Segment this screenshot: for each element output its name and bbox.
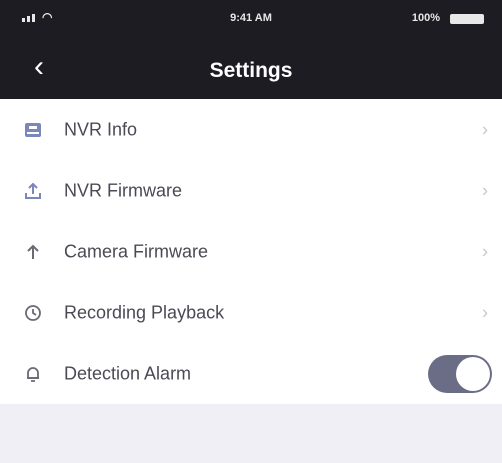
- settings-item-nvr-firmware[interactable]: NVR Firmware ›: [0, 160, 502, 221]
- arrow-up-icon: [24, 243, 42, 261]
- playback-icon: [24, 304, 42, 322]
- header: ◠ 9:41 AM 100% ‹ Settings: [0, 0, 502, 99]
- page-title: Settings: [209, 59, 293, 82]
- toggle-knob: [456, 356, 490, 391]
- settings-list: NVR Info › NVR Firmware › Camera Firmwar…: [0, 99, 502, 404]
- detection-alarm-toggle[interactable]: [428, 354, 492, 393]
- settings-item-recording-playback[interactable]: Recording Playback ›: [0, 282, 502, 343]
- upload-icon: [24, 182, 42, 200]
- settings-item-label: NVR Info: [64, 119, 138, 139]
- settings-item-label: Detection Alarm: [64, 363, 192, 383]
- chevron-right-icon: ›: [482, 241, 488, 261]
- chevron-right-icon: ›: [482, 180, 488, 200]
- nav-bar: ‹ Settings: [0, 42, 502, 99]
- chevron-right-icon: ›: [482, 119, 488, 139]
- settings-item-label: Camera Firmware: [64, 241, 209, 261]
- chevron-right-icon: ›: [482, 302, 488, 322]
- status-bar: ◠ 9:41 AM 100%: [0, 0, 502, 42]
- bell-icon: [24, 365, 42, 383]
- settings-item-detection-alarm: Detection Alarm: [0, 343, 502, 404]
- settings-item-camera-firmware[interactable]: Camera Firmware ›: [0, 221, 502, 282]
- battery-icon: [450, 14, 484, 24]
- nvr-info-icon: [24, 121, 42, 139]
- settings-item-nvr-info[interactable]: NVR Info ›: [0, 99, 502, 160]
- battery-percent: 100%: [411, 12, 440, 24]
- settings-item-label: NVR Firmware: [64, 180, 183, 200]
- settings-item-label: Recording Playback: [64, 302, 225, 322]
